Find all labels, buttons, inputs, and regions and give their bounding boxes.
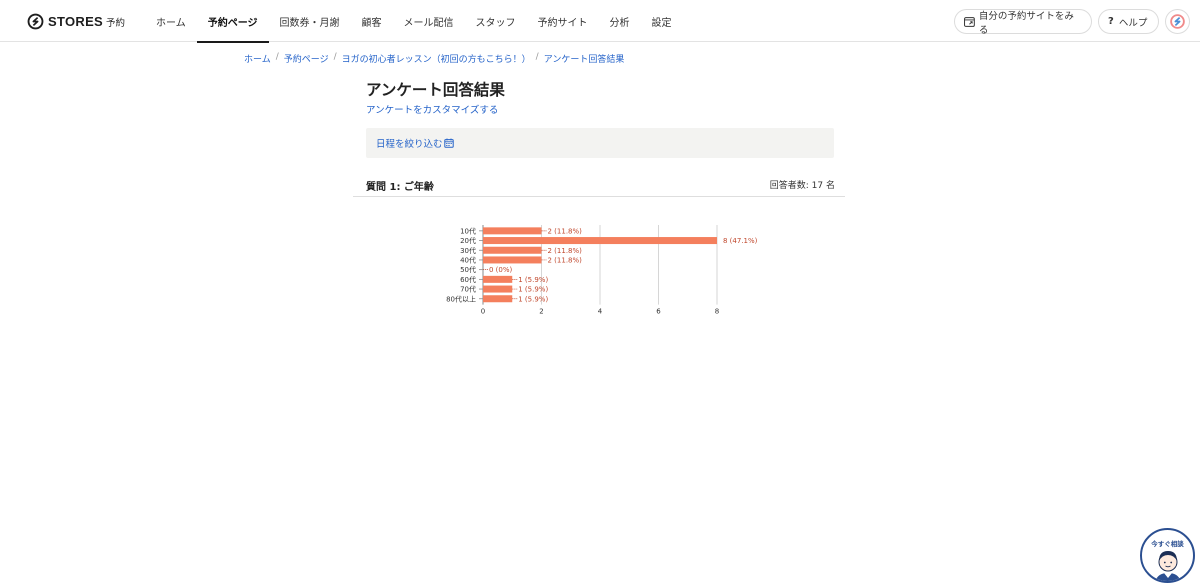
question-title: 質問 1: ご年齢 xyxy=(366,182,434,193)
help-icon: ? xyxy=(1108,16,1114,27)
breadcrumb-home[interactable]: ホーム xyxy=(244,52,271,65)
answer-chart: 0 2 4 6 8 10代 2 (11.8%) 20代 8 (47.1%) 30代 2 (11.8%… xyxy=(420,218,800,323)
nav-customers[interactable]: 顧客 xyxy=(351,0,393,42)
nav-tickets[interactable]: 回数券・月謝 xyxy=(269,0,351,42)
nav-analytics[interactable]: 分析 xyxy=(599,0,641,42)
breadcrumb-lesson[interactable]: ヨガの初心者レッスン（初回の方もこちら！） xyxy=(342,52,531,65)
breadcrumb: ホーム / 予約ページ / ヨガの初心者レッスン（初回の方もこちら！） / アン… xyxy=(244,52,624,65)
chart-data-label: 2 (11.8%) xyxy=(548,247,583,255)
view-site-button[interactable]: 自分の予約サイトをみる xyxy=(954,9,1092,36)
bar-chart: 0 2 4 6 8 10代 2 (11.8%) 20代 8 (47.1%) 30代 2 (11.8%… xyxy=(446,225,758,316)
nav-reservation-site[interactable]: 予約サイト xyxy=(527,0,599,42)
chart-bar xyxy=(483,227,542,235)
chart-category-label: 40代 xyxy=(460,255,476,264)
chart-data-label: 2 (11.8%) xyxy=(548,227,583,235)
nav-staff[interactable]: スタッフ xyxy=(465,0,527,42)
chat-consult-button[interactable]: 今すぐ相談 xyxy=(1140,528,1195,583)
brand-name: STORES xyxy=(48,13,104,29)
top-header: STORES 予約 ホーム 予約ページ 回数券・月謝 顧客 メール配信 スタッフ… xyxy=(0,0,1200,43)
customize-survey-link[interactable]: アンケートをカスタマイズする xyxy=(366,102,498,116)
chart-x-tick-label: 8 xyxy=(715,308,719,316)
chart-bar xyxy=(483,246,542,254)
chart-x-tick-label: 0 xyxy=(481,308,485,316)
chart-category-label: 80代以上 xyxy=(446,294,476,303)
nav-settings[interactable]: 設定 xyxy=(641,0,683,42)
account-avatar[interactable] xyxy=(1165,9,1190,34)
chart-category-label: 20代 xyxy=(460,236,476,245)
chart-bar xyxy=(483,275,513,283)
page-title: アンケート回答結果 xyxy=(366,81,505,99)
breadcrumb-separator: / xyxy=(275,52,279,62)
calendar-icon xyxy=(443,138,454,148)
chart-category-label: 50代 xyxy=(460,265,476,274)
nav-reservation-pages[interactable]: 予約ページ xyxy=(196,0,269,43)
brand-logo[interactable]: STORES 予約 xyxy=(27,11,125,31)
main-nav: ホーム 予約ページ 回数券・月謝 顧客 メール配信 スタッフ 予約サイト 分析 … xyxy=(145,0,683,43)
account-logo-icon xyxy=(1170,14,1185,29)
nav-home[interactable]: ホーム xyxy=(145,0,197,42)
brand-sub: 予約 xyxy=(106,18,126,29)
respondent-count: 回答者数: 17 名 xyxy=(769,181,835,191)
chart-category-label: 10代 xyxy=(460,226,476,235)
chart-bar xyxy=(483,295,513,303)
help-label: ヘルプ xyxy=(1118,17,1148,29)
chart-category-label: 30代 xyxy=(460,246,476,255)
breadcrumb-current[interactable]: アンケート回答結果 xyxy=(544,52,625,65)
chart-bar xyxy=(483,285,513,293)
chart-bar xyxy=(483,237,717,245)
support-person-icon xyxy=(1155,551,1181,581)
chart-data-label: 2 (11.8%) xyxy=(548,256,583,264)
chart-x-tick-label: 4 xyxy=(598,308,603,316)
chart-x-tick-label: 6 xyxy=(656,308,661,316)
chart-x-tick-label: 2 xyxy=(539,308,543,316)
chart-data-label: 1 (5.9%) xyxy=(518,295,548,303)
chart-data-label: 8 (47.1%) xyxy=(723,237,758,245)
chart-bar xyxy=(483,256,542,264)
chart-category-label: 60代 xyxy=(460,275,476,284)
chart-category-label: 70代 xyxy=(460,285,476,294)
date-filter-link[interactable]: 日程を絞り込む xyxy=(376,136,454,150)
external-site-icon xyxy=(964,16,975,27)
nav-mail[interactable]: メール配信 xyxy=(393,0,465,42)
chart-data-label: 1 (5.9%) xyxy=(518,276,548,284)
date-filter-label: 日程を絞り込む xyxy=(376,139,443,150)
filter-panel: 日程を絞り込む xyxy=(366,128,834,158)
chart-data-label: 0 (0%) xyxy=(489,266,513,274)
view-site-label: 自分の予約サイトをみる xyxy=(978,10,1074,36)
stores-logo-icon xyxy=(27,13,44,29)
breadcrumb-separator: / xyxy=(535,52,539,62)
breadcrumb-separator: / xyxy=(333,52,337,62)
chart-data-label: 1 (5.9%) xyxy=(518,286,548,294)
help-button[interactable]: ? ヘルプ xyxy=(1098,9,1159,34)
breadcrumb-reservation-pages[interactable]: 予約ページ xyxy=(284,52,329,65)
section-divider xyxy=(353,196,845,197)
